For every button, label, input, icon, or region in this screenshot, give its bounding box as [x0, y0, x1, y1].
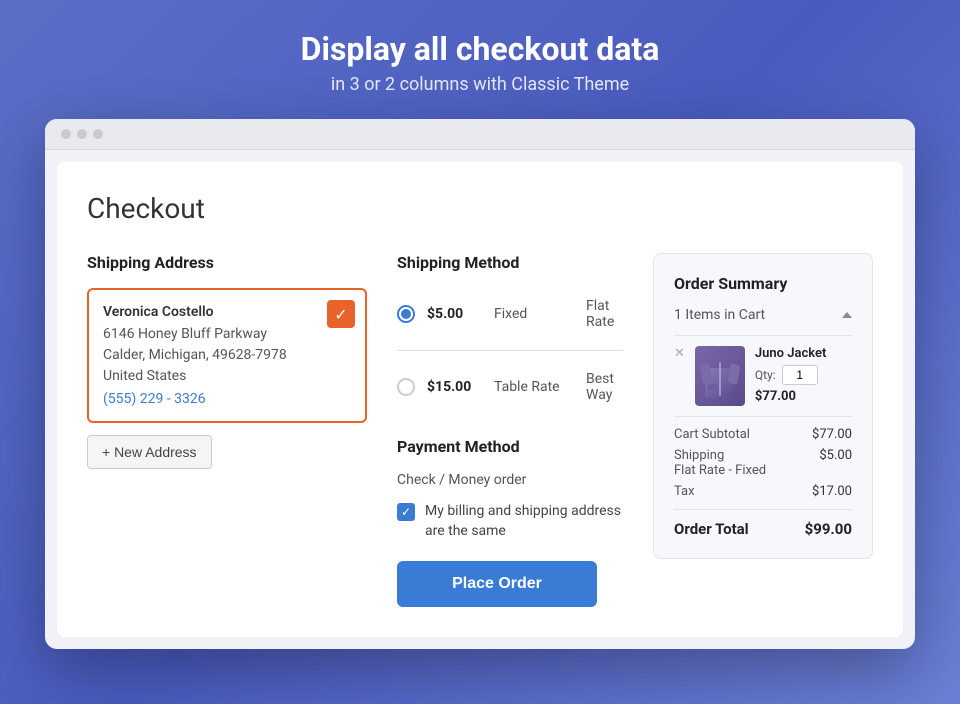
shipping-name-1: Flat Rate — [586, 298, 623, 330]
address-card[interactable]: ✓ Veronica Costello 6146 Honey Bluff Par… — [87, 288, 367, 423]
shipping-address-section: Shipping Address ✓ Veronica Costello 614… — [87, 253, 367, 469]
cart-item: ✕ — [674, 346, 852, 406]
shipping-price-2: $15.00 — [427, 379, 482, 395]
summary-shipping-label: Shipping Flat Rate - Fixed — [674, 448, 766, 478]
address-selected-check: ✓ — [327, 300, 355, 328]
cart-item-remove-icon[interactable]: ✕ — [674, 346, 685, 361]
browser-dot-1 — [61, 129, 71, 139]
shipping-label-1: Fixed — [494, 306, 574, 322]
cart-item-qty-input[interactable] — [782, 365, 818, 385]
payment-method-section: Payment Method Check / Money order ✓ My … — [397, 437, 623, 607]
shipping-divider — [397, 350, 623, 351]
cart-divider-top — [674, 335, 852, 336]
checkout-grid: Shipping Address ✓ Veronica Costello 614… — [87, 253, 873, 607]
shipping-radio-2[interactable] — [397, 378, 415, 396]
browser-dot-2 — [77, 129, 87, 139]
summary-total-row: Order Total $99.00 — [674, 509, 852, 538]
juno-jacket-image — [700, 350, 740, 402]
cart-items-count: 1 Items in Cart — [674, 307, 765, 323]
shipping-price-1: $5.00 — [427, 306, 482, 322]
address-country: United States — [103, 366, 351, 387]
order-summary-section: Order Summary 1 Items in Cart ✕ — [653, 253, 873, 559]
summary-row-shipping: Shipping Flat Rate - Fixed $5.00 — [674, 448, 852, 478]
cart-item-name: Juno Jacket — [755, 346, 852, 361]
browser-dot-3 — [93, 129, 103, 139]
browser-bar — [45, 119, 915, 150]
new-address-button[interactable]: + New Address — [87, 435, 212, 469]
summary-row-tax: Tax $17.00 — [674, 484, 852, 499]
order-summary-title: Order Summary — [674, 274, 852, 293]
cart-item-price: $77.00 — [755, 389, 852, 404]
billing-same-row[interactable]: ✓ My billing and shipping address are th… — [397, 502, 623, 541]
shipping-address-title: Shipping Address — [87, 253, 367, 272]
cart-item-image — [695, 346, 745, 406]
summary-subtotal-label: Cart Subtotal — [674, 427, 750, 442]
order-total-label: Order Total — [674, 520, 749, 538]
shipping-option-2[interactable]: $15.00 Table Rate Best Way — [397, 361, 623, 413]
summary-tax-value: $17.00 — [812, 484, 852, 499]
summary-tax-label: Tax — [674, 484, 695, 499]
hero-title: Display all checkout data — [301, 30, 660, 68]
order-total-value: $99.00 — [805, 520, 852, 538]
shipping-radio-1[interactable] — [397, 305, 415, 323]
browser-content: Checkout Shipping Address ✓ Veronica Cos… — [57, 162, 903, 637]
payment-method-title: Payment Method — [397, 437, 623, 456]
shipping-label-2: Table Rate — [494, 379, 574, 395]
address-street: 6146 Honey Bluff Parkway — [103, 324, 351, 345]
summary-subtotal-value: $77.00 — [812, 427, 852, 442]
cart-header: 1 Items in Cart — [674, 307, 852, 323]
cart-item-qty-label: Qty: — [755, 368, 776, 382]
cart-item-details: Juno Jacket Qty: $77.00 — [755, 346, 852, 404]
shipping-option-1[interactable]: $5.00 Fixed Flat Rate — [397, 288, 623, 340]
cart-collapse-icon[interactable] — [842, 312, 852, 318]
shipping-method-title: Shipping Method — [397, 253, 623, 272]
billing-same-label: My billing and shipping address are the … — [425, 502, 623, 541]
summary-row-subtotal: Cart Subtotal $77.00 — [674, 427, 852, 442]
cart-divider-bottom — [674, 416, 852, 417]
middle-column: Shipping Method $5.00 Fixed Flat Rate $1… — [397, 253, 623, 607]
payment-method-label: Check / Money order — [397, 472, 623, 488]
billing-same-checkbox[interactable]: ✓ — [397, 503, 415, 521]
place-order-button[interactable]: Place Order — [397, 561, 597, 607]
page-title: Checkout — [87, 192, 873, 225]
summary-shipping-value: $5.00 — [819, 448, 852, 478]
address-name: Veronica Costello — [103, 304, 351, 320]
cart-item-qty-row: Qty: — [755, 365, 852, 385]
address-phone: (555) 229 - 3326 — [103, 391, 351, 407]
address-city-state-zip: Calder, Michigan, 49628-7978 — [103, 345, 351, 366]
browser-window: Checkout Shipping Address ✓ Veronica Cos… — [45, 119, 915, 649]
shipping-name-2: Best Way — [586, 371, 623, 403]
hero-subtitle: in 3 or 2 columns with Classic Theme — [331, 74, 629, 95]
